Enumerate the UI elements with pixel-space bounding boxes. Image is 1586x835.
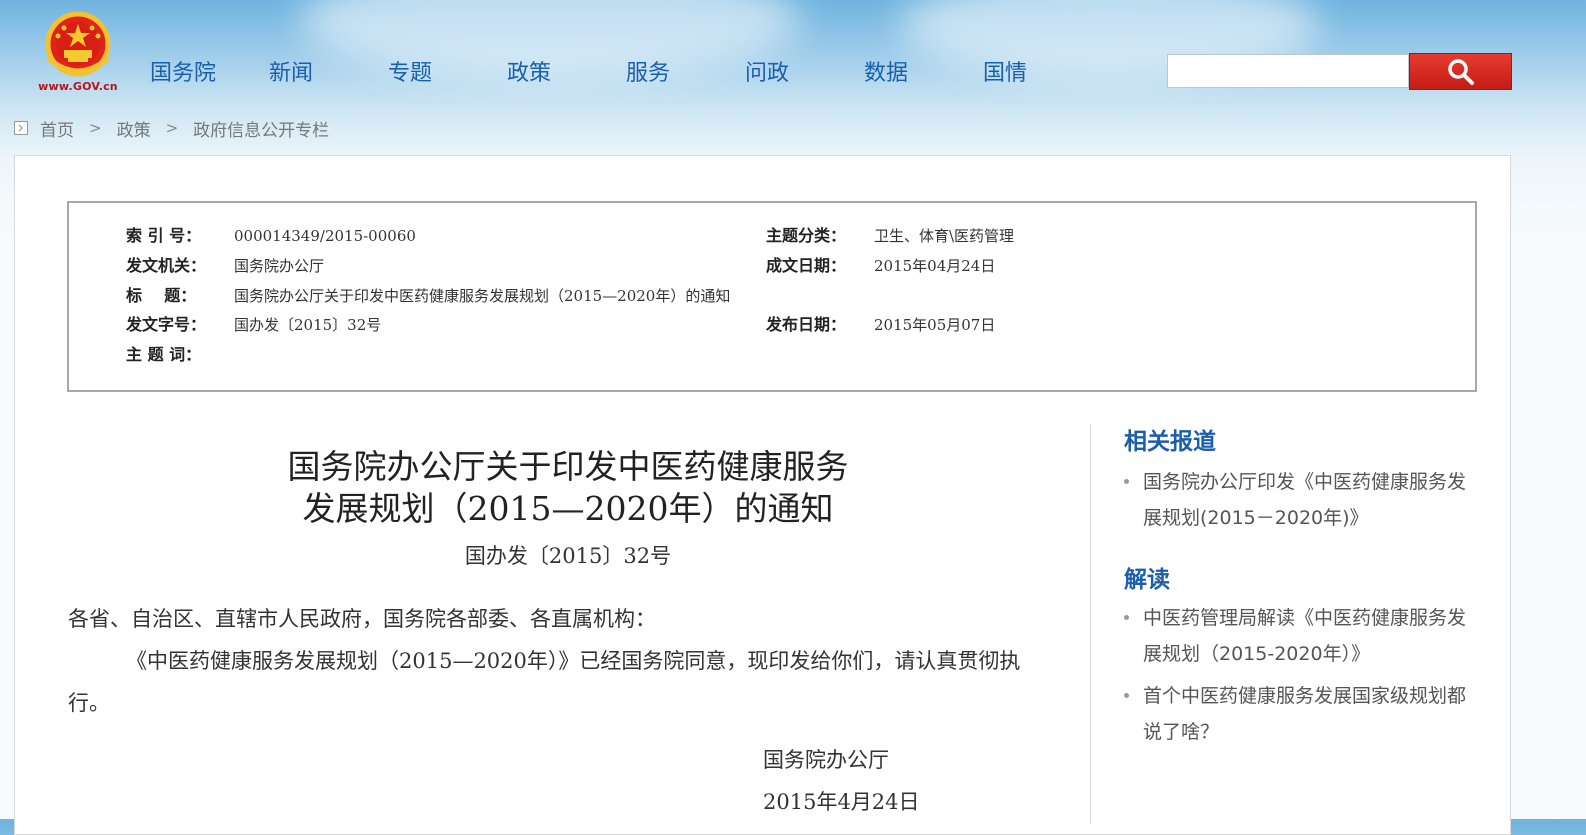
bullet-icon <box>1124 615 1129 620</box>
related-reports-list: 国务院办公厅印发《中医药健康服务发展规划(2015－2020年)》 <box>1124 464 1484 542</box>
home-arrow-icon <box>14 121 28 135</box>
article-title-line: 国务院办公厅关于印发中医药健康服务 <box>287 447 849 486</box>
main-nav: 国务院 新闻 专题 政策 服务 问政 数据 国情 <box>150 56 1063 92</box>
keywords-label: 主 题 词： <box>126 345 202 364</box>
search-button[interactable] <box>1409 53 1512 90</box>
article-doc-number: 国办发〔2015〕32号 <box>464 544 672 568</box>
issuer-value: 国务院办公厅 <box>234 257 325 275</box>
article-paragraph: 《中医药健康服务发展规划（2015—2020年）》已经国务院同意，现印发给你们，… <box>68 649 1021 715</box>
list-item: 中医药管理局解读《中医药健康服务发展规划（2015-2020年）》 <box>1124 600 1484 672</box>
publish-date-label: 发布日期： <box>766 315 847 334</box>
category-value: 卫生、体育\医药管理 <box>874 227 1015 245</box>
doc-number-label: 发文字号： <box>126 315 207 334</box>
title-label: 标 题： <box>126 286 197 305</box>
nav-item-data[interactable]: 数据 <box>864 56 983 92</box>
date-written-label: 成文日期： <box>766 256 847 275</box>
breadcrumb-separator: > <box>89 119 102 137</box>
article-signer: 国务院办公厅 <box>763 748 889 772</box>
nav-item-services[interactable]: 服务 <box>626 56 745 92</box>
article-sign-date: 2015年4月24日 <box>763 790 920 814</box>
national-emblem-logo[interactable]: www.GOV.cn <box>30 6 126 96</box>
publish-date-value: 2015年05月07日 <box>874 316 996 334</box>
site-header: www.GOV.cn 国务院 新闻 专题 政策 服务 问政 数据 国情 <box>0 0 1586 110</box>
doc-number-value: 国办发〔2015〕32号 <box>234 316 382 334</box>
article-salutation: 各省、自治区、直辖市人民政府，国务院各部委、各直属机构： <box>68 607 656 631</box>
breadcrumb-info-disclosure[interactable]: 政府信息公开专栏 <box>193 116 329 141</box>
nav-item-news[interactable]: 新闻 <box>269 56 388 92</box>
article-title-line: 发展规划（2015—2020年）的通知 <box>302 489 834 528</box>
document-info-box: 索 引 号： 000014349/2015-00060 主题分类： 卫生、体育\… <box>67 201 1477 392</box>
nav-item-national-info[interactable]: 国情 <box>983 56 1063 92</box>
interpretation-link[interactable]: 首个中医药健康服务发展国家级规划都说了啥？ <box>1143 685 1466 743</box>
interpretation-link[interactable]: 中医药管理局解读《中医药健康服务发展规划（2015-2020年）》 <box>1143 607 1466 665</box>
article-title: 国务院办公厅关于印发中医药健康服务 发展规划（2015—2020年）的通知 <box>68 446 1068 530</box>
category-label: 主题分类： <box>766 226 847 245</box>
interpretation-list: 中医药管理局解读《中医药健康服务发展规划（2015-2020年）》 首个中医药健… <box>1124 600 1484 756</box>
related-reports-heading: 相关报道 <box>1124 429 1216 455</box>
search-input[interactable] <box>1167 54 1409 88</box>
logo-text: www.GOV.cn <box>38 80 118 93</box>
emblem-icon <box>45 11 111 77</box>
date-written-value: 2015年04月24日 <box>874 257 996 275</box>
nav-item-topics[interactable]: 专题 <box>388 56 507 92</box>
breadcrumb-home[interactable]: 首页 <box>40 116 74 141</box>
interpretation-heading: 解读 <box>1124 567 1170 593</box>
list-item: 国务院办公厅印发《中医药健康服务发展规划(2015－2020年)》 <box>1124 464 1484 536</box>
list-item: 首个中医药健康服务发展国家级规划都说了啥？ <box>1124 678 1484 750</box>
index-number-value: 000014349/2015-00060 <box>234 227 416 245</box>
related-report-link[interactable]: 国务院办公厅印发《中医药健康服务发展规划(2015－2020年)》 <box>1143 471 1466 529</box>
breadcrumb-policies[interactable]: 政策 <box>117 116 151 141</box>
breadcrumb: 首页 > 政策 > 政府信息公开专栏 <box>14 116 329 141</box>
bullet-icon <box>1124 479 1129 484</box>
title-value: 国务院办公厅关于印发中医药健康服务发展规划（2015—2020年）的通知 <box>234 287 731 305</box>
index-number-label: 索 引 号： <box>126 226 202 245</box>
nav-item-state-council[interactable]: 国务院 <box>150 56 269 92</box>
nav-item-inquiry[interactable]: 问政 <box>745 56 864 92</box>
column-divider <box>1090 424 1091 824</box>
nav-item-policies[interactable]: 政策 <box>507 56 626 92</box>
issuer-label: 发文机关： <box>126 256 207 275</box>
magnifier-icon <box>1447 58 1474 85</box>
breadcrumb-separator: > <box>165 119 179 137</box>
bullet-icon <box>1124 693 1129 698</box>
